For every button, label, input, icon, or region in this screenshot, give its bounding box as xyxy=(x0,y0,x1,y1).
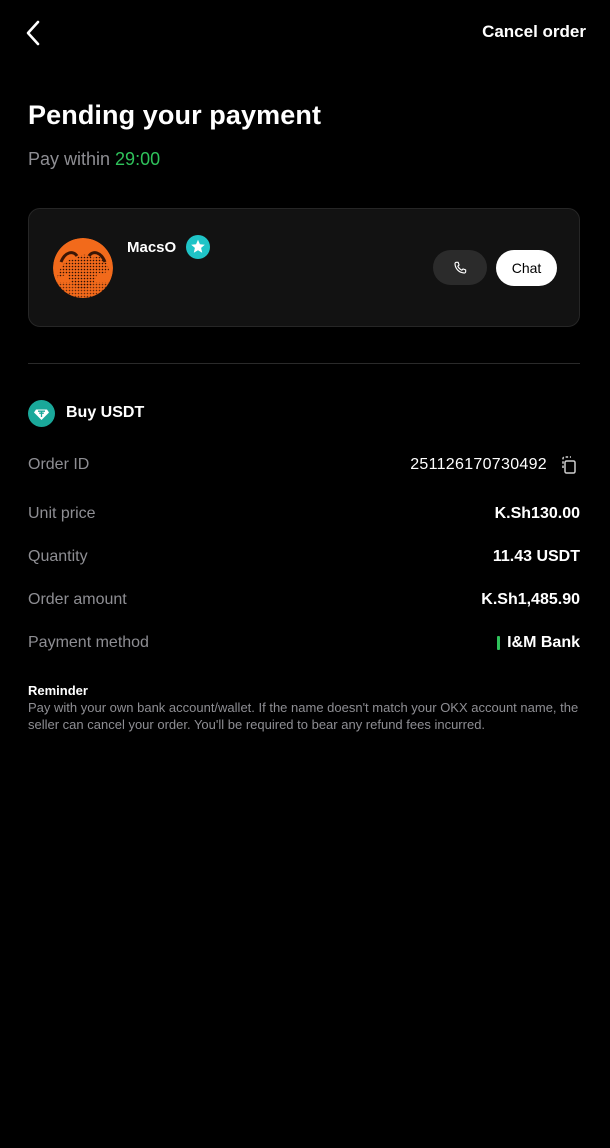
verified-star-icon xyxy=(186,235,210,259)
chevron-left-icon xyxy=(26,20,40,46)
order-id-label: Order ID xyxy=(28,456,90,473)
page-title: Pending your payment xyxy=(28,100,322,130)
bull-avatar-image xyxy=(53,238,113,298)
quantity-row: Quantity 11.43 USDT xyxy=(28,545,580,569)
trade-type: Buy USDT xyxy=(28,399,144,427)
order-id-value: 251126170730492 xyxy=(410,456,547,473)
quantity-label: Quantity xyxy=(28,548,88,565)
order-amount-value: K.Sh1,485.90 xyxy=(481,591,580,608)
unit-price-value: K.Sh130.00 xyxy=(494,505,580,522)
call-button[interactable] xyxy=(433,250,487,285)
usdt-icon xyxy=(28,399,55,427)
payment-method-label: Payment method xyxy=(28,634,149,651)
order-amount-row: Order amount K.Sh1,485.90 xyxy=(28,588,580,612)
seller-name[interactable]: MacsO xyxy=(127,239,176,256)
reminder-title: Reminder xyxy=(28,683,88,698)
order-id-value-group: 251126170730492 xyxy=(410,453,580,477)
pay-within-text: Pay within 29:00 xyxy=(28,149,160,170)
top-bar: Cancel order xyxy=(0,0,610,66)
payment-method-row: Payment method I&M Bank xyxy=(28,631,580,655)
payment-method-value-group: I&M Bank xyxy=(497,631,580,655)
payment-method-value: I&M Bank xyxy=(507,634,580,651)
trade-type-label: Buy USDT xyxy=(66,404,145,421)
avatar[interactable] xyxy=(53,238,113,298)
order-id-row: Order ID 251126170730492 xyxy=(28,453,580,477)
countdown-timer: 29:00 xyxy=(115,149,161,169)
divider xyxy=(28,363,580,364)
unit-price-label: Unit price xyxy=(28,505,96,522)
payment-method-marker xyxy=(497,636,501,650)
copy-icon[interactable] xyxy=(558,454,580,476)
cancel-order-button[interactable]: Cancel order xyxy=(482,22,586,42)
order-amount-label: Order amount xyxy=(28,591,127,608)
quantity-value: 11.43 USDT xyxy=(492,548,580,565)
unit-price-row: Unit price K.Sh130.00 xyxy=(28,502,580,526)
pay-within-label: Pay within xyxy=(28,149,116,169)
seller-card: MacsO Chat xyxy=(28,208,580,327)
chat-button[interactable]: Chat xyxy=(496,250,557,286)
phone-icon xyxy=(454,261,467,274)
back-button[interactable] xyxy=(20,18,48,48)
reminder-text: Pay with your own bank account/wallet. I… xyxy=(28,700,579,732)
